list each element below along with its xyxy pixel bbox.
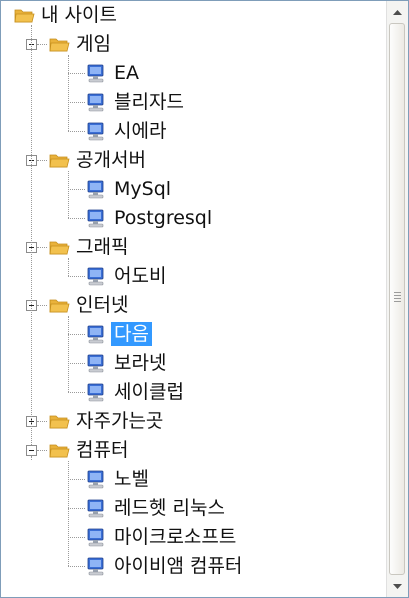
- scroll-up-button[interactable]: [388, 2, 407, 21]
- tree-connector-line: [68, 276, 85, 278]
- tree-node-label[interactable]: 공개서버: [73, 148, 149, 172]
- scroll-up-arrow-icon: [393, 9, 402, 15]
- tree-node-label[interactable]: 자주가는곳: [73, 409, 166, 433]
- tree-node-group[interactable]: 그래픽: [1, 233, 386, 262]
- tree-node-leaf[interactable]: 아이비앰 컴퓨터: [1, 552, 386, 581]
- folder-icon: [48, 236, 70, 258]
- thumb-grip-line: [394, 298, 401, 299]
- computer-icon: [85, 381, 107, 403]
- tree-connector-line: [31, 456, 33, 460]
- computer-icon: [85, 526, 107, 548]
- tree-node-label[interactable]: 그래픽: [73, 235, 131, 259]
- tree-node-label[interactable]: 보라넷: [111, 351, 169, 375]
- tree-connector-line: [68, 363, 85, 365]
- computer-icon: [85, 178, 107, 200]
- tree-node-group[interactable]: 게임: [1, 30, 386, 59]
- tree-connector-line: [68, 479, 85, 481]
- computer-icon: [85, 265, 107, 287]
- computer-icon: [85, 120, 107, 142]
- tree-node-label[interactable]: 블리자드: [111, 90, 187, 114]
- tree-node-label[interactable]: EA: [111, 61, 142, 85]
- computer-icon: [85, 497, 107, 519]
- folder-icon: [48, 410, 70, 432]
- tree-node-group[interactable]: 컴퓨터: [1, 436, 386, 465]
- tree-connector-line: [68, 189, 85, 191]
- tree-node-group[interactable]: 인터넷: [1, 291, 386, 320]
- tree-node-leaf[interactable]: Postgresql: [1, 204, 386, 233]
- tree-node-leaf[interactable]: 보라넷: [1, 349, 386, 378]
- computer-icon: [85, 91, 107, 113]
- collapse-toggle[interactable]: [26, 445, 37, 456]
- tree-node-label[interactable]: Postgresql: [111, 206, 215, 230]
- folder-icon: [13, 4, 35, 26]
- tree-connector-line: [37, 160, 47, 162]
- tree-node-leaf[interactable]: MySql: [1, 175, 386, 204]
- thumb-grip-line: [394, 301, 401, 302]
- tree-connector-line: [68, 537, 85, 539]
- tree-connector-line: [37, 305, 47, 307]
- tree-node-label[interactable]: 노벨: [111, 467, 152, 491]
- tree-node-label[interactable]: 아이비앰 컴퓨터: [111, 554, 245, 578]
- tree-connector-line: [37, 421, 47, 423]
- folder-icon: [48, 294, 70, 316]
- tree-connector-line: [68, 171, 70, 218]
- tree-node-leaf[interactable]: 노벨: [1, 465, 386, 494]
- tree-connector-line: [37, 247, 47, 249]
- tree-node-leaf[interactable]: 어도비: [1, 262, 386, 291]
- tree-node-group[interactable]: 자주가는곳: [1, 407, 386, 436]
- tree-node-label[interactable]: MySql: [111, 177, 174, 201]
- tree-connector-line: [68, 566, 85, 568]
- scrollbar-thumb[interactable]: [389, 23, 405, 575]
- tree-node-label[interactable]: 레드헷 리눅스: [111, 496, 228, 520]
- scroll-down-button[interactable]: [388, 577, 407, 596]
- tree-connector-line: [31, 25, 33, 445]
- tree-node-leaf[interactable]: 블리자드: [1, 88, 386, 117]
- folder-icon: [48, 439, 70, 461]
- tree-node-leaf[interactable]: EA: [1, 59, 386, 88]
- tree-connector-line: [68, 258, 70, 276]
- tree-node-leaf[interactable]: 시에라: [1, 117, 386, 146]
- scroll-down-arrow-icon: [393, 583, 402, 589]
- tree-connector-line: [68, 55, 70, 131]
- site-tree-view[interactable]: 내 사이트게임 EA 블리자드시에라공개서버 MySql Postgresql 그래픽어도…: [0, 0, 409, 598]
- tree-connector-line: [68, 102, 85, 104]
- computer-icon: [85, 62, 107, 84]
- tree-node-label[interactable]: 내 사이트: [38, 3, 120, 27]
- tree-node-group[interactable]: 공개서버: [1, 146, 386, 175]
- thumb-grip-line: [394, 292, 401, 293]
- vertical-scrollbar[interactable]: [386, 1, 408, 597]
- tree-connector-line: [37, 44, 47, 46]
- tree-connector-line: [68, 73, 85, 75]
- computer-icon: [85, 468, 107, 490]
- tree-node-label[interactable]: 시에라: [111, 119, 169, 143]
- tree-node-label[interactable]: 게임: [73, 32, 114, 56]
- tree-node-root[interactable]: 내 사이트: [1, 1, 386, 30]
- tree-connector-line: [37, 450, 47, 452]
- computer-icon: [85, 352, 107, 374]
- tree-connector-line: [68, 508, 85, 510]
- tree-connector-line: [68, 131, 85, 133]
- tree-connector-line: [68, 316, 70, 392]
- folder-icon: [48, 149, 70, 171]
- tree-node-label[interactable]: 세이클럽: [111, 380, 187, 404]
- tree-node-label[interactable]: 다음: [111, 322, 152, 346]
- tree-connector-line: [68, 218, 85, 220]
- tree-connector-line: [68, 334, 85, 336]
- tree-node-leaf[interactable]: 세이클럽: [1, 378, 386, 407]
- folder-icon: [48, 33, 70, 55]
- tree-connector-line: [68, 392, 85, 394]
- computer-icon: [85, 207, 107, 229]
- tree-content: 내 사이트게임 EA 블리자드시에라공개서버 MySql Postgresql 그래픽어도…: [1, 1, 386, 597]
- computer-icon: [85, 555, 107, 577]
- tree-node-leaf[interactable]: 다음: [1, 320, 386, 349]
- tree-node-label[interactable]: 인터넷: [73, 293, 131, 317]
- tree-node-label[interactable]: 어도비: [111, 264, 169, 288]
- tree-node-label[interactable]: 컴퓨터: [73, 438, 131, 462]
- tree-node-leaf[interactable]: 마이크로소프트: [1, 523, 386, 552]
- computer-icon: [85, 323, 107, 345]
- thumb-grip-line: [394, 295, 401, 296]
- tree-node-leaf[interactable]: 레드헷 리눅스: [1, 494, 386, 523]
- tree-node-label[interactable]: 마이크로소프트: [111, 525, 239, 549]
- tree-connector-line: [68, 461, 70, 566]
